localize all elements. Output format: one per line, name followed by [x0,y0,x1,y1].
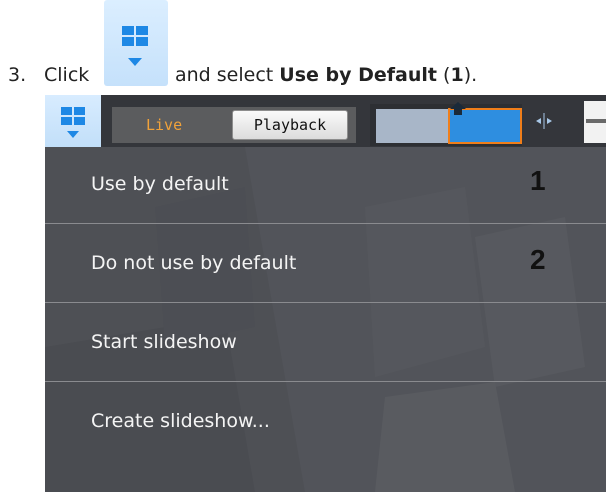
live-mode-tab[interactable]: Live [146,116,182,134]
layout-grid-icon [61,107,85,138]
step-number: 3. [8,64,27,86]
chevron-down-icon [128,58,142,66]
instruction-text-before: and select [175,64,274,86]
callout-number: 2 [530,244,546,275]
instruction-bold-option: Use by Default [279,64,438,86]
instruction-paren-close: ). [463,64,478,86]
instruction-paren-open: ( [437,64,451,86]
layouts-button-illustration [104,0,168,86]
layout-context-menu: Use by default 1 Do not use by default 2… [45,147,606,492]
menu-item-do-not-use-by-default[interactable]: Do not use by default 2 [45,226,606,303]
layouts-button[interactable] [45,95,101,147]
menu-item-label: Use by default [91,173,229,195]
menu-item-label: Create slideshow... [91,410,270,432]
callout-number: 1 [530,165,546,196]
menu-item-start-slideshow[interactable]: Start slideshow [45,305,606,382]
split-icon[interactable] [535,112,553,130]
toolbar-tool-button[interactable] [584,101,606,143]
instruction-callout-ref: 1 [450,64,464,86]
app-screenshot: Live Playback Use by default 1 Do not us… [45,95,606,492]
instruction-text: and select Use by Default (1). [175,64,477,86]
home-icon[interactable] [450,102,466,116]
menu-item-label: Do not use by default [91,252,297,274]
playback-mode-button[interactable]: Playback [232,110,348,140]
menu-item-create-slideshow[interactable]: Create slideshow... [45,384,606,461]
menu-item-label: Start slideshow [91,331,237,353]
menu-item-use-by-default[interactable]: Use by default 1 [45,147,606,224]
layout-grid-icon [122,26,148,66]
instruction-click-text: Click [44,64,90,86]
timeline-segment[interactable] [376,109,448,143]
